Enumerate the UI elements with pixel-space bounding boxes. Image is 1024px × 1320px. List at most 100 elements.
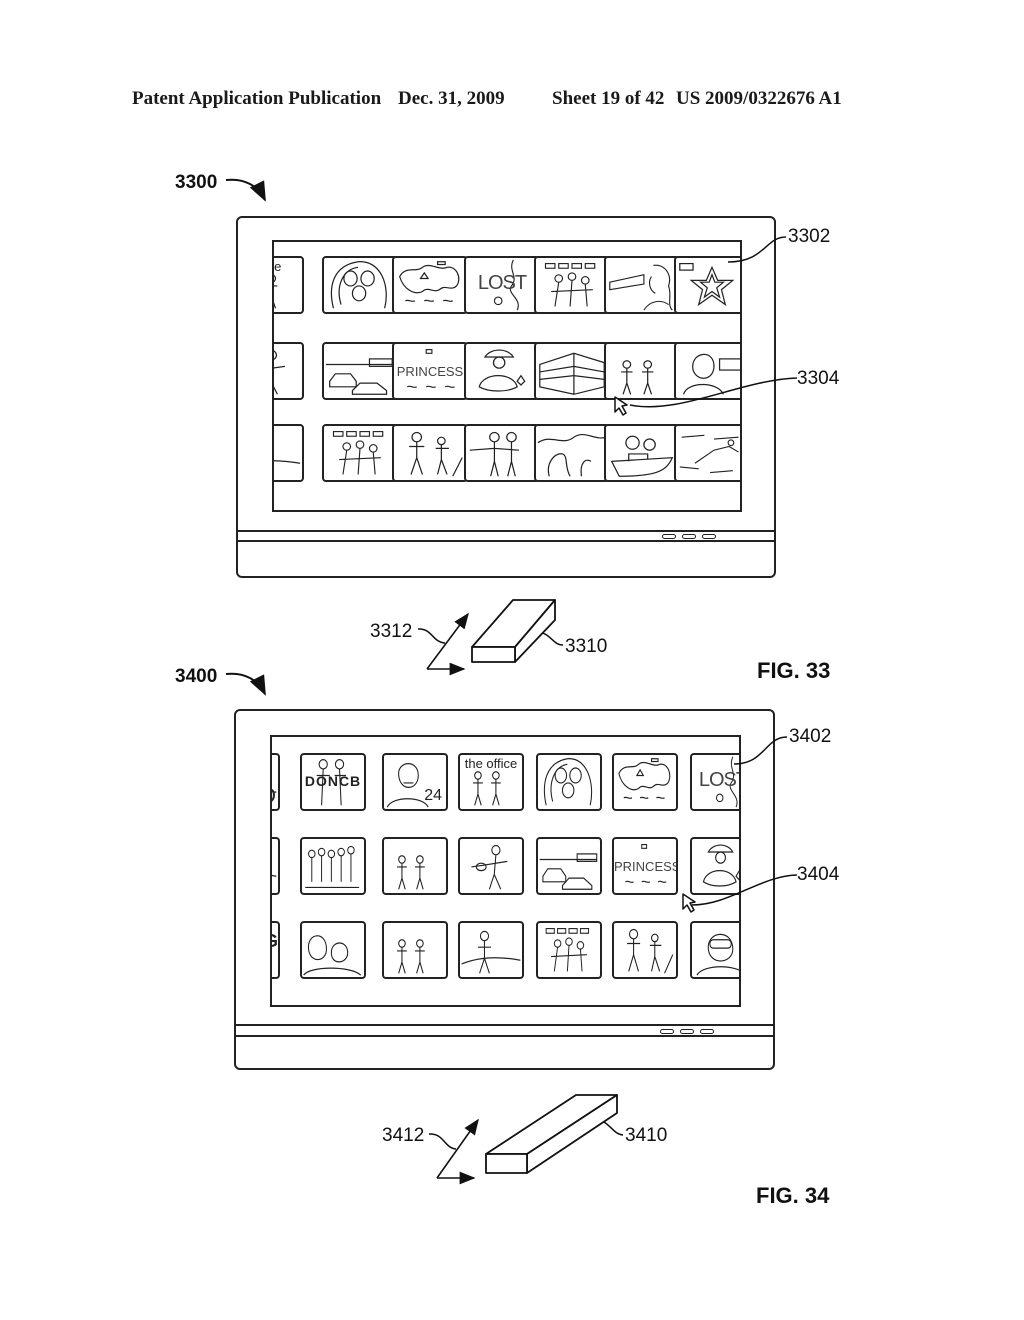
thumbnail-tile[interactable]: the office [458,753,524,811]
thumbnail-tile[interactable] [604,256,680,314]
device-button[interactable] [662,534,676,539]
thumbnail-tile[interactable] [464,424,540,482]
thumbnail-tile[interactable] [536,753,602,811]
thumbnail-tile[interactable] [534,342,610,400]
device-button[interactable] [682,534,696,539]
thumbnail-caption: office [274,259,282,274]
thumbnail-art-runners [409,431,463,477]
thumbnail-art-swimmer [679,434,739,474]
cursor-ref-3304: 3304 [797,368,840,389]
thumbnail-art-child [702,844,739,887]
device-button[interactable] [680,1029,694,1034]
remote-ref-3410: 3410 [625,1125,668,1146]
thumbnail-art-child [478,349,526,392]
thumbnail-art-couple-boat [610,435,674,477]
thumbnail-tile[interactable] [322,256,398,314]
patent-header: Patent Application Publication Dec. 31, … [0,88,1024,118]
thumbnail-tile[interactable]: office [274,256,304,314]
remote-ref-leader [593,1117,624,1136]
thumbnail-tile[interactable] [322,424,398,482]
thumbnail-art-crowd [305,845,360,888]
device-ref-3300: 3300 [175,172,218,193]
thumbnail-tile[interactable]: 24 [382,753,448,811]
thumbnail-tile[interactable] [274,424,304,482]
thumbnail-tile[interactable] [300,837,366,895]
thumbnail-tile[interactable]: DONCB [300,753,366,811]
thumbnail-art-drops [543,758,593,806]
motion-arrow-up [426,612,469,670]
thumbnail-tile[interactable] [322,342,398,400]
display-device: D DONCB 24 the office LOST PRINCESS FEI NG [234,709,775,1070]
bezel-line [236,1035,773,1037]
thumbnail-art-figure [272,874,277,877]
thumbnail-art-cars [539,853,598,890]
thumbnail-tile[interactable] [382,837,448,895]
thumbnail-art-guitar [274,350,286,395]
thumbnail-tile[interactable] [458,921,524,979]
thumbnail-art-people [621,360,654,395]
thumbnail-caption: 24 [424,787,442,804]
thumbnail-tile[interactable] [604,424,680,482]
thumbnail-art-goggles [696,933,739,976]
thumbnail-tile[interactable] [674,342,740,400]
thumbnail-tile[interactable] [612,921,678,979]
thumbnail-tile[interactable]: PRINCESS [612,837,678,895]
thumbnail-tile[interactable] [536,837,602,895]
thumbnail-tile[interactable] [690,837,739,895]
drawing-overlay [225,178,798,1185]
thumbnail-art-people [397,855,425,890]
thumbnail-art-woman-profile [609,264,673,311]
thumbnail-caption: D [272,783,276,809]
thumbnail-tile[interactable] [382,921,448,979]
bezel-line [236,1024,773,1026]
thumbnail-tile[interactable] [274,342,304,400]
thumbnail-tile[interactable] [674,256,740,314]
thumbnail-tile[interactable] [272,837,280,895]
patent-number: US 2009/0322676 A1 [676,88,842,109]
grid-ref-3302: 3302 [788,226,831,247]
thumbnail-art-cars [325,358,393,395]
thumbnail-tile[interactable] [392,256,468,314]
remote-ref-3310: 3310 [565,636,608,657]
grid-ref-3402: 3402 [789,726,832,747]
thumbnail-caption: PRINCESS [614,859,678,874]
remote-ref-leader [534,630,564,646]
device-button[interactable] [660,1029,674,1034]
remote-control-3410 [485,1094,618,1174]
figure-label: FIG. 34 [756,1183,830,1208]
thumbnail-tile[interactable] [458,837,524,895]
thumbnail-tile[interactable] [464,342,540,400]
publication-title: Patent Application Publication [132,88,382,109]
device-button[interactable] [700,1029,714,1034]
thumbnail-tile[interactable]: LOST [690,753,739,811]
thumbnail-caption: PRINCESS [396,364,464,379]
display-device: office LOST PRINCESS [236,216,776,578]
motion-arrow-up [436,1118,479,1179]
device-button[interactable] [702,534,716,539]
bezel-line [238,540,774,542]
thumbnail-tile[interactable] [612,753,678,811]
thumbnail-art-portrait [682,353,740,395]
thumbnail-tile[interactable]: PRINCESS [392,342,468,400]
thumbnail-tile[interactable] [536,921,602,979]
thumbnail-caption: LOST [477,272,527,294]
thumbnail-tile[interactable]: LOST [464,256,540,314]
thumbnail-art-landscape [537,433,607,477]
thumbnail-tile[interactable] [534,424,610,482]
thumbnail-caption: DONCB [304,773,362,789]
thumbnail-art-two-women [469,431,520,477]
thumbnail-art-group [544,263,596,307]
thumbnail-tile[interactable] [674,424,740,482]
thumbnail-art-faces [303,935,362,976]
thumbnail-tile[interactable] [392,424,468,482]
thumbnail-caption: the office [464,756,518,771]
thumbnail-tile[interactable] [300,921,366,979]
thumbnail-tile[interactable]: FEI NG [272,921,280,979]
thumbnail-tile[interactable] [690,921,739,979]
motion-ref-leader [417,628,446,644]
thumbnail-tile[interactable] [604,342,680,400]
thumbnail-art-blob [618,758,671,799]
thumbnail-tile[interactable] [534,256,610,314]
thumbnail-tile[interactable]: D [272,753,280,811]
thumbnail-art-guitar [471,844,508,890]
